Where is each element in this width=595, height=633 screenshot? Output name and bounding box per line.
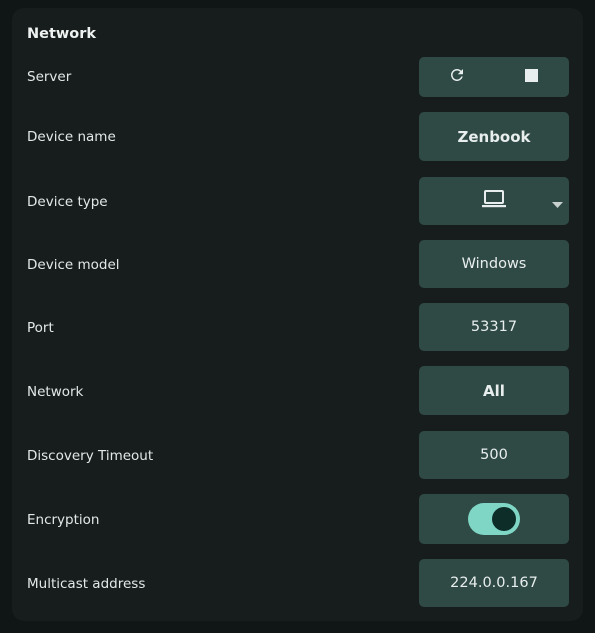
caret-down-icon [552, 197, 563, 213]
port-button[interactable]: 53317 [419, 303, 569, 351]
server-row: Server [12, 57, 583, 97]
multicast-address-row: Multicast address 224.0.0.167 [12, 559, 583, 607]
device-name-label: Device name [27, 129, 116, 145]
device-type-row: Device type [12, 177, 583, 225]
section-title: Network [27, 26, 97, 42]
discovery-timeout-label: Discovery Timeout [27, 448, 154, 464]
device-model-button[interactable]: Windows [419, 240, 569, 288]
multicast-address-label: Multicast address [27, 576, 146, 592]
device-name-row: Device name Zenbook [12, 112, 583, 161]
port-label: Port [27, 320, 54, 336]
encryption-label: Encryption [27, 512, 100, 528]
discovery-timeout-row: Discovery Timeout 500 [12, 431, 583, 479]
device-model-row: Device model Windows [12, 240, 583, 288]
refresh-icon [448, 66, 466, 88]
port-row: Port 53317 [12, 303, 583, 351]
multicast-address-button[interactable]: 224.0.0.167 [419, 559, 569, 607]
discovery-timeout-button[interactable]: 500 [419, 431, 569, 479]
device-model-label: Device model [27, 257, 120, 273]
device-name-button[interactable]: Zenbook [419, 112, 569, 161]
stop-icon [525, 68, 538, 86]
network-row: Network All [12, 366, 583, 415]
server-controls [419, 57, 569, 97]
restart-server-button[interactable] [419, 57, 494, 97]
network-label: Network [27, 384, 84, 400]
server-label: Server [27, 69, 72, 85]
stop-server-button[interactable] [494, 57, 569, 97]
encryption-toggle[interactable] [468, 503, 520, 535]
device-type-dropdown[interactable] [419, 177, 569, 225]
encryption-toggle-container [419, 494, 569, 544]
device-type-label: Device type [27, 194, 108, 210]
encryption-row: Encryption [12, 494, 583, 544]
toggle-knob [492, 507, 516, 531]
network-button[interactable]: All [419, 366, 569, 415]
laptop-icon [481, 189, 507, 213]
network-settings-card: Network Server Device name Zenbook Devic… [12, 8, 583, 621]
